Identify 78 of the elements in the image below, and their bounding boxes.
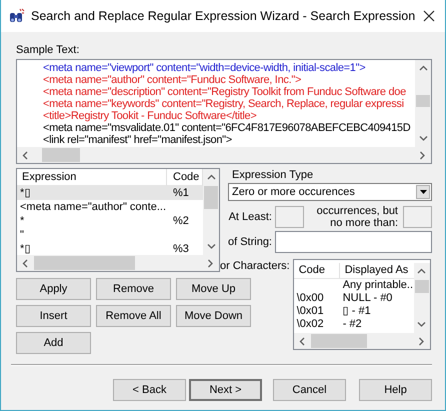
table-cell-text: " [19,228,25,242]
chevron-left-icon[interactable] [298,336,306,346]
code-line: <meta name="author" content="Funduc Software, Inc."> [43,74,302,86]
selected-row[interactable]: *▯ %1 [17,186,203,200]
table-cell-text: ▯ - #1 [342,305,372,318]
action-button[interactable]: Remove All [96,305,171,327]
code-line: <meta name="description" content="Registry Toolkit from Funduc Software doe [43,86,407,98]
table-cell-text: %1 [172,186,190,200]
chevron-up-icon[interactable] [418,65,428,72]
sample-text-label: Sample Text: [16,44,80,57]
dropdown-value: Zero or more occurences [231,186,356,198]
wizard-button[interactable]: Help [359,379,432,401]
table-cell-text: *▯ [19,242,32,255]
table-cell-text: \0x02 [296,318,325,331]
code-line: <link rel="manifest" href="manifest.json"> [43,134,233,146]
chevron-down-icon[interactable] [206,243,216,250]
table-cell-text: \0x01 [296,305,325,318]
input-field[interactable] [275,231,432,253]
action-button[interactable]: Apply [16,278,91,300]
table-cell-text: %3 [172,242,190,255]
action-button[interactable]: Insert [16,305,91,327]
chevron-left-icon[interactable] [22,258,29,268]
vertical-scrollbar[interactable] [414,263,430,333]
sample-text-box[interactable] [16,59,432,164]
code-line: <meta name="keywords" content="Registry, Search, Replace, regular expressi [43,98,405,110]
code-line: <meta name="msvalidate.01" content="6FC4F817E96078ABEFCEBC409415D [43,122,412,134]
horizontal-scrollbar[interactable] [294,333,430,349]
dropdown-arrow-icon[interactable] [420,190,426,194]
list-row[interactable]: * %2 [17,214,203,228]
column-header[interactable]: Code [294,263,340,279]
chevron-down-icon[interactable] [417,321,426,328]
vertical-scrollbar[interactable] [415,60,431,147]
list-row[interactable]: *▯ %3 [17,242,203,255]
action-button[interactable]: Remove [96,278,171,300]
table-cell-text: <meta name="author" conte... [19,200,167,214]
vertical-scrollbar[interactable] [203,169,219,255]
scrollbar-thumb[interactable] [416,95,430,107]
close-icon[interactable] [423,10,435,22]
table-cell-text: NULL - #0 [342,292,394,305]
chevron-up-icon[interactable] [206,174,216,181]
table-cell-text: *▯ [19,186,32,200]
action-button[interactable]: Add [16,332,91,354]
action-button[interactable]: Move Up [176,278,251,300]
scrollbar-thumb[interactable] [34,256,135,270]
chevron-right-icon[interactable] [207,258,214,268]
characters-list[interactable]: Code Displayed As Any printable... \0x00 NULL - #0 \0x01 ▯ - #1 \0x02 - #2 [292,259,431,350]
list-row[interactable]: <meta name="author" conte... [17,200,203,214]
wizard-button[interactable]: < Back [113,379,186,401]
table-cell-text: Any printable... [342,279,414,292]
horizontal-scrollbar[interactable] [17,255,219,271]
action-button[interactable]: Move Down [176,305,251,327]
expression-type-dropdown[interactable]: Zero or more occurences [228,183,432,201]
of-string-label: of String: [226,236,272,248]
at-least-label: At Least: [228,211,272,223]
list-row[interactable]: " [17,228,203,242]
table-cell-text: \0x00 [296,292,325,305]
chevron-right-icon[interactable] [418,336,425,346]
scrollbar-thumb[interactable] [414,280,429,293]
window-title: Search and Replace Regular Expression Wizard - Search Expression [31,9,416,23]
table-cell-text: * [19,214,26,228]
binoculars-icon [9,8,25,24]
chevron-up-icon[interactable] [417,268,426,275]
scrollbar-thumb[interactable] [42,148,80,162]
characters-label: or Characters: [220,260,290,272]
table-cell-text: - #2 [342,318,363,331]
wizard-button[interactable]: Cancel [273,379,346,401]
chevron-down-icon[interactable] [418,135,428,142]
horizontal-scrollbar[interactable] [17,147,431,163]
expression-type-label: Expression Type [232,169,314,181]
scrollbar-thumb[interactable] [204,186,218,210]
code-line: <title>Registry Tookit - Funduc Software</title> [43,110,258,122]
wizard-button[interactable]: Next > [189,379,262,401]
scrollbar-thumb[interactable] [310,334,367,348]
table-cell-text: %2 [172,214,190,228]
code-line: <meta name="viewport" content="width=device-width, initial-scale=1"> [43,62,366,74]
chevron-right-icon[interactable] [419,150,426,160]
chevron-left-icon[interactable] [22,150,29,160]
occurrences-label: occurrences, but no more than: [316,205,398,229]
